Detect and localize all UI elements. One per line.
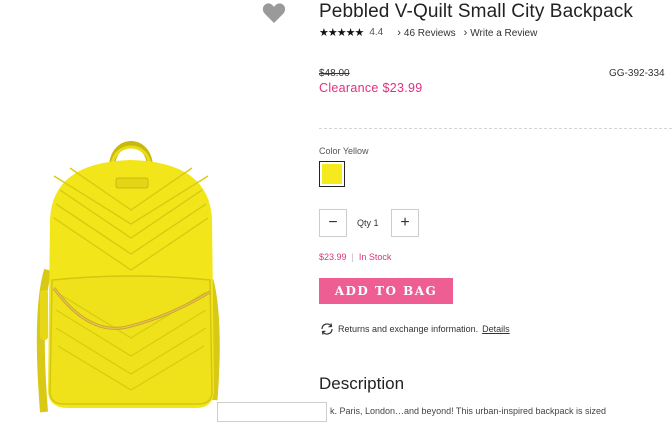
rating-stars: ★★★★★ [319,27,364,39]
reviews-link[interactable]: › 46 Reviews [397,27,455,39]
sku: GG-392-334 [609,68,665,79]
product-image [36,141,220,413]
rating-row: ★★★★★ 4.4 › 46 Reviews › Write a Review [319,26,538,40]
color-label: Color Yellow [319,146,369,156]
sale-price: Clearance $23.99 [319,81,423,95]
description-heading: Description [319,374,405,393]
heart-icon[interactable] [262,2,286,24]
qty-increment-button[interactable]: + [391,209,419,237]
product-title: Pebbled V-Quilt Small City Backpack [319,1,633,22]
chevron-right-icon: › [397,26,401,39]
returns-exchange-icon [321,323,333,335]
overlay-box [217,402,327,422]
write-review-link[interactable]: › Write a Review [464,27,538,39]
qty-decrement-button[interactable]: − [319,209,347,237]
stock-row: $23.99 | In Stock [319,252,391,262]
swatch-fill [322,164,342,184]
original-price: $48.00 [319,68,350,79]
color-swatch-yellow[interactable] [319,161,345,187]
reviews-link-label: 46 Reviews [403,27,456,39]
current-price: $23.99 [319,252,347,262]
returns-details-link[interactable]: Details [482,324,510,334]
returns-text: Returns and exchange information. [338,324,479,334]
returns-row: Returns and exchange information. Detail… [319,322,510,336]
chevron-right-icon: › [463,26,468,39]
divider [319,128,672,129]
qty-value: Qty 1 [357,218,379,228]
rating-value: 4.4 [369,27,384,38]
stock-status: In Stock [358,252,392,262]
add-to-bag-button[interactable]: ADD TO BAG [319,278,453,304]
description-text: k. Paris, London…and beyond! This urban-… [330,406,606,416]
separator: | [351,252,354,262]
write-review-label: Write a Review [470,27,538,39]
